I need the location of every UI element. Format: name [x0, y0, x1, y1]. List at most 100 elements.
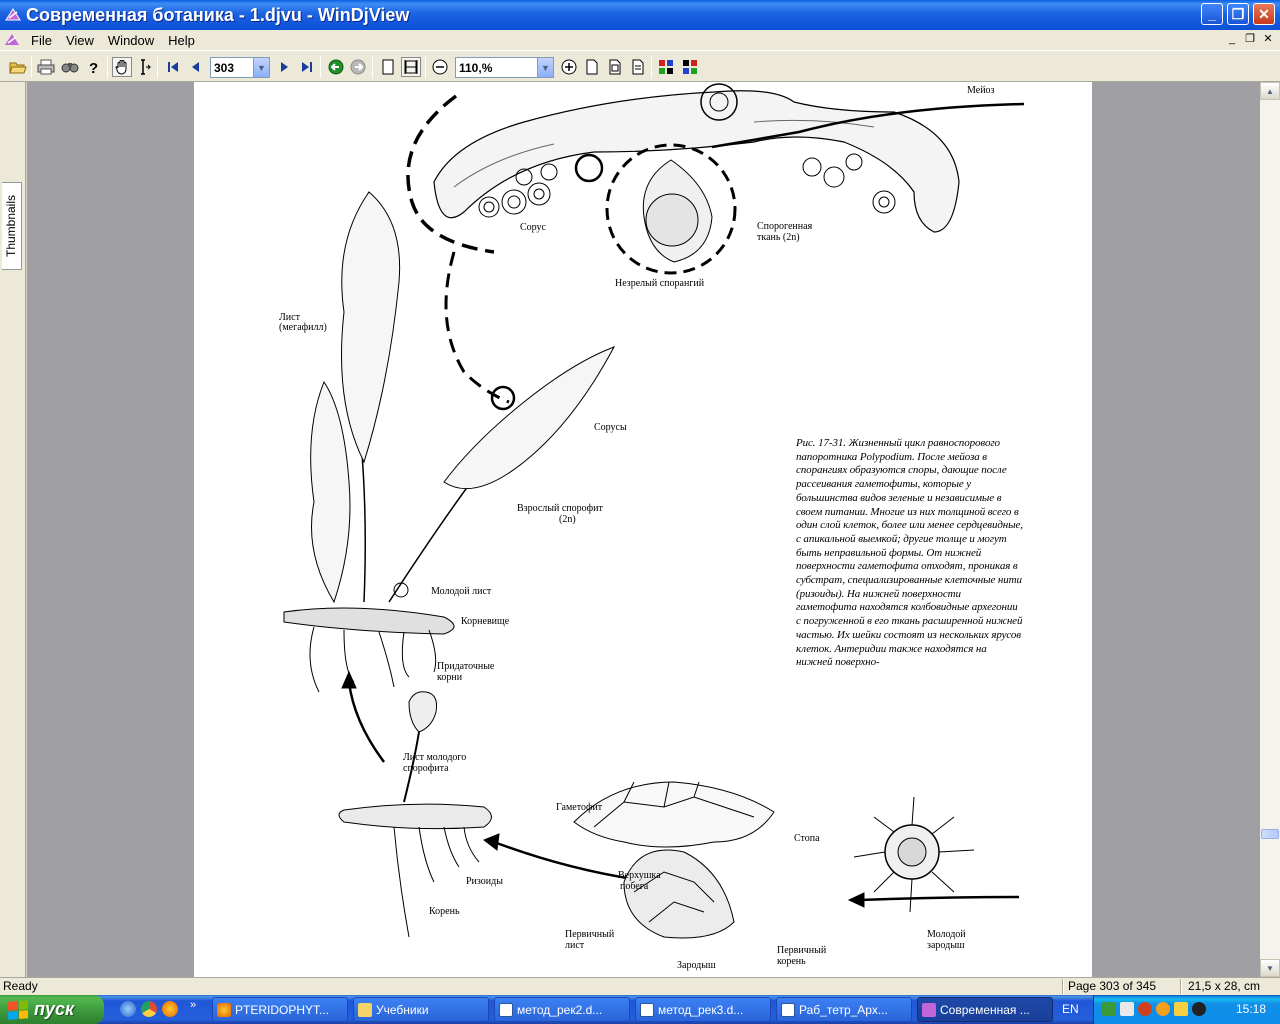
- taskbar: пуск » PTERIDOPHYT... Учебники метод_рек…: [0, 995, 1280, 1024]
- fit-page-icon[interactable]: [605, 57, 625, 77]
- task-pteridophyt[interactable]: PTERIDOPHYT...: [212, 997, 348, 1022]
- task-word-2[interactable]: метод_рек3.d...: [635, 997, 771, 1022]
- label-root: Корень: [429, 906, 460, 917]
- quicklaunch-more-icon[interactable]: »: [190, 999, 196, 1011]
- task-label: PTERIDOPHYT...: [235, 1002, 330, 1017]
- first-page-icon[interactable]: [163, 57, 183, 77]
- minimize-button[interactable]: _: [1201, 3, 1223, 25]
- page-number-value[interactable]: 303: [211, 61, 253, 75]
- label-sporophyte-2: (2n): [559, 514, 576, 525]
- label-immature-sporangium: Незрелый спорангий: [615, 278, 705, 289]
- mdi-minimize-icon[interactable]: _: [1224, 32, 1240, 46]
- mdi-close-icon[interactable]: ✕: [1260, 32, 1276, 46]
- zoom-out-icon[interactable]: [430, 57, 450, 77]
- clock: 15:18: [1235, 1002, 1266, 1016]
- label-primary-leaf-1: Первичный: [565, 929, 615, 940]
- back-icon[interactable]: [326, 57, 346, 77]
- close-icon: ✕: [1258, 5, 1270, 22]
- tab-thumbnails[interactable]: Thumbnails: [2, 182, 22, 270]
- update-icon[interactable]: [1156, 1002, 1170, 1016]
- chevron-down-icon[interactable]: ▼: [253, 58, 269, 77]
- firefox-icon: [217, 1002, 231, 1017]
- task-label: метод_рек3.d...: [658, 1002, 744, 1017]
- windjview-icon: [922, 1002, 936, 1017]
- scroll-thumb[interactable]: [1261, 829, 1279, 839]
- next-page-icon[interactable]: [274, 57, 294, 77]
- zoom-combo[interactable]: 110,% ▼: [455, 57, 554, 78]
- actual-size-icon[interactable]: [582, 57, 602, 77]
- mail-icon[interactable]: [1120, 1002, 1134, 1016]
- folder-icon: [358, 1002, 372, 1017]
- firefox-icon[interactable]: [162, 1001, 178, 1017]
- language-indicator[interactable]: EN: [1062, 1002, 1079, 1016]
- start-button[interactable]: пуск: [0, 995, 104, 1024]
- select-tool-icon[interactable]: [134, 57, 154, 77]
- find-icon[interactable]: [60, 57, 80, 77]
- label-sorus: Сорус: [520, 222, 546, 233]
- chrome-icon[interactable]: [141, 1001, 157, 1017]
- chevron-down-icon[interactable]: ▼: [537, 58, 553, 77]
- menu-help[interactable]: Help: [161, 33, 202, 48]
- label-primary-root-2: корень: [777, 956, 806, 967]
- menu-bar: File View Window Help _ ❐ ✕: [0, 30, 1280, 50]
- word-document-icon: [640, 1002, 654, 1017]
- open-icon[interactable]: [8, 57, 28, 77]
- figure-caption: Рис. 17-31. Жизненный цикл равноспоровог…: [796, 437, 1023, 669]
- security-icon[interactable]: [1174, 1002, 1188, 1016]
- label-gametophyte: Гаметофит: [556, 802, 603, 813]
- label-young-embryo-2: зародыш: [927, 940, 965, 951]
- page-number-combo[interactable]: 303 ▼: [210, 57, 270, 78]
- fit-width-icon[interactable]: [401, 57, 421, 77]
- prev-page-icon[interactable]: [186, 57, 206, 77]
- word-document-icon: [499, 1002, 513, 1017]
- document-icon[interactable]: [3, 32, 21, 48]
- close-button[interactable]: ✕: [1253, 3, 1275, 25]
- label-rhizome: Корневище: [461, 616, 510, 627]
- ie-icon[interactable]: [120, 1001, 136, 1017]
- task-folder[interactable]: Учебники: [353, 997, 489, 1022]
- menu-window[interactable]: Window: [101, 33, 161, 48]
- display-color-icon[interactable]: [656, 57, 676, 77]
- window-title: Современная ботаника - 1.djvu - WinDjVie…: [26, 4, 410, 25]
- title-bar[interactable]: Современная ботаника - 1.djvu - WinDjVie…: [0, 0, 1280, 30]
- label-young-leaf: Молодой лист: [431, 586, 492, 597]
- tab-thumbnails-label: Thumbnails: [4, 194, 19, 258]
- label-shoot-apex-1: Верхушка: [618, 870, 661, 881]
- label-meiosis: Мейоз: [967, 85, 995, 96]
- label-young-sporophyte-leaf-2: спорофита: [403, 763, 449, 774]
- menu-file[interactable]: File: [24, 33, 59, 48]
- document-viewport[interactable]: Мейоз Сорус Спорогенная ткань (2n) Незре…: [27, 82, 1260, 977]
- forward-icon[interactable]: [348, 57, 368, 77]
- scroll-up-icon[interactable]: ▲: [1260, 82, 1280, 100]
- menu-view[interactable]: View: [59, 33, 101, 48]
- task-word-1[interactable]: метод_рек2.d...: [494, 997, 630, 1022]
- windows-flag-icon: [8, 999, 28, 1020]
- label-leaf-2: (мегафилл): [279, 322, 327, 333]
- app-icon: [5, 8, 21, 21]
- mdi-restore-icon[interactable]: ❐: [1242, 32, 1258, 46]
- display-mode-icon[interactable]: [680, 57, 700, 77]
- label-primary-root-1: Первичный: [777, 945, 827, 956]
- start-label: пуск: [34, 999, 75, 1019]
- fit-page-width-icon[interactable]: [628, 57, 648, 77]
- last-page-icon[interactable]: [297, 57, 317, 77]
- label-foot: Стопа: [794, 833, 820, 844]
- media-icon[interactable]: [1192, 1002, 1206, 1016]
- zoom-in-icon[interactable]: [559, 57, 579, 77]
- maximize-button[interactable]: ❐: [1227, 3, 1249, 25]
- task-word-3[interactable]: Раб_тетр_Арх...: [776, 997, 912, 1022]
- status-ready: Ready: [3, 979, 38, 993]
- print-icon[interactable]: [36, 57, 56, 77]
- single-page-icon[interactable]: [378, 57, 398, 77]
- vertical-scrollbar[interactable]: ▲ ▼: [1260, 82, 1280, 977]
- network-icon[interactable]: [1102, 1002, 1116, 1016]
- task-label: метод_рек2.d...: [517, 1002, 603, 1017]
- zoom-value[interactable]: 110,%: [456, 61, 537, 75]
- help-icon[interactable]: ?: [84, 57, 104, 77]
- restore-icon: ❐: [1231, 5, 1245, 22]
- label-sporogenous-1: Спорогенная: [757, 221, 813, 232]
- task-windjview[interactable]: Современная ...: [917, 997, 1053, 1022]
- hand-tool-icon[interactable]: [112, 57, 132, 77]
- antivirus-icon[interactable]: [1138, 1002, 1152, 1016]
- scroll-down-icon[interactable]: ▼: [1260, 959, 1280, 977]
